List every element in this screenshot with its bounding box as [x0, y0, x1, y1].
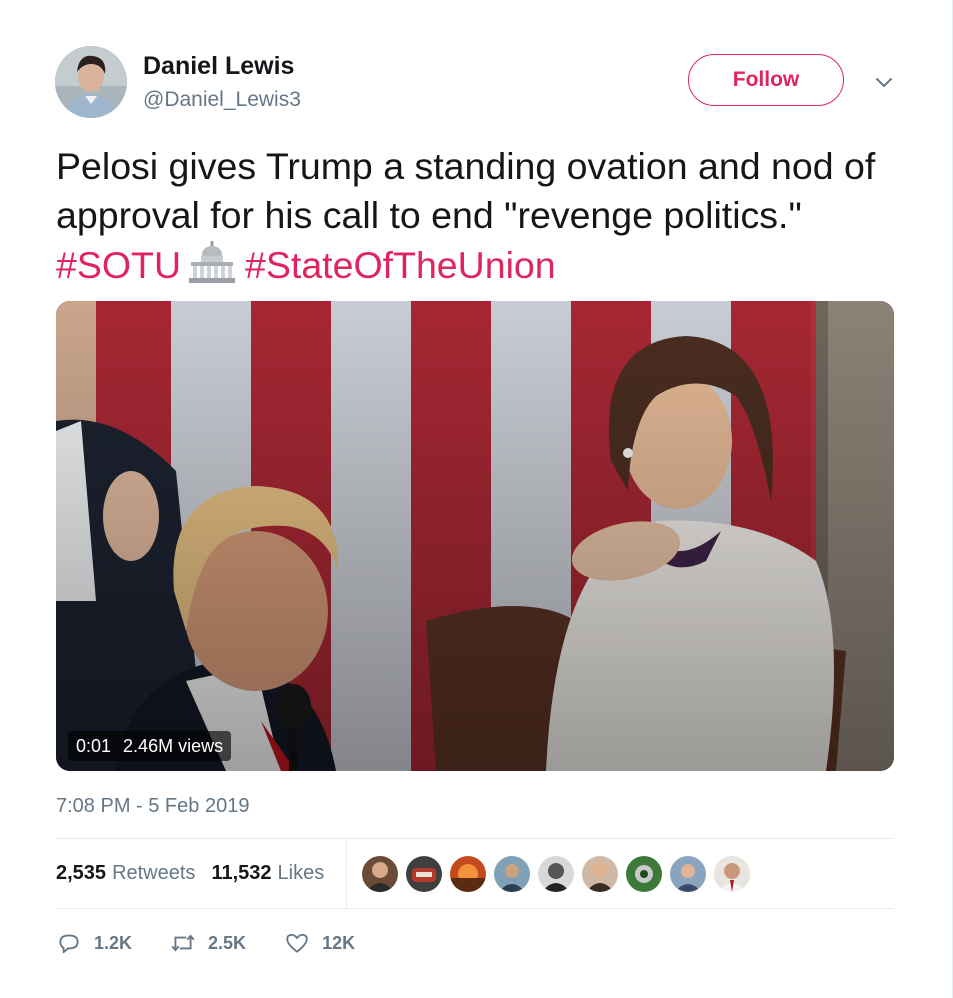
- video-frame: [56, 301, 894, 771]
- video-player[interactable]: [56, 301, 894, 771]
- avatar[interactable]: [55, 46, 127, 118]
- retweets-stat[interactable]: 2,535 Retweets: [56, 862, 195, 885]
- liker-avatar[interactable]: [362, 856, 398, 892]
- tweet-card: Daniel Lewis @Daniel_Lewis3 Follow Pelos…: [0, 0, 953, 998]
- like-action[interactable]: 12K: [284, 930, 355, 956]
- user-handle[interactable]: @Daniel_Lewis3: [143, 88, 301, 112]
- reply-action[interactable]: 1.2K: [56, 930, 132, 956]
- liker-avatar[interactable]: [626, 856, 662, 892]
- tweet-actions: 1.2K 2.5K 12K: [56, 930, 393, 956]
- divider: [56, 908, 894, 909]
- tweet-stats: 2,535 Retweets 11,532 Likes: [56, 862, 324, 885]
- chevron-down-icon[interactable]: [872, 70, 896, 94]
- video-badge: 0:01 2.46M views: [68, 731, 232, 761]
- liker-avatars: [362, 856, 750, 892]
- classical-building-icon: [187, 240, 237, 284]
- stats-divider: [346, 839, 347, 909]
- retweet-icon: [171, 934, 195, 952]
- reply-icon: [59, 934, 79, 954]
- hashtag-stateoftheunion[interactable]: #StateOfTheUnion: [245, 244, 556, 286]
- video-time: 0:01: [76, 735, 112, 756]
- liker-avatar[interactable]: [494, 856, 530, 892]
- likes-stat[interactable]: 11,532 Likes: [211, 862, 324, 885]
- liker-avatar[interactable]: [670, 856, 706, 892]
- liker-avatar[interactable]: [538, 856, 574, 892]
- likes-count: 11,532: [211, 862, 272, 884]
- liker-avatar[interactable]: [450, 856, 486, 892]
- like-count: 12K: [322, 932, 356, 953]
- retweet-action[interactable]: 2.5K: [170, 930, 246, 956]
- hashtag-sotu[interactable]: #SOTU: [56, 244, 181, 286]
- follow-button[interactable]: Follow: [688, 54, 844, 106]
- retweets-label: Retweets: [112, 862, 196, 884]
- retweet-count: 2.5K: [208, 932, 247, 953]
- tweet-timestamp[interactable]: 7:08 PM - 5 Feb 2019: [56, 795, 249, 818]
- tweet-text: Pelosi gives Trump a standing ovation an…: [56, 142, 916, 290]
- reply-count: 1.2K: [94, 932, 133, 953]
- heart-icon: [286, 933, 308, 953]
- user-name[interactable]: Daniel Lewis: [143, 52, 294, 81]
- divider: [56, 838, 894, 839]
- liker-avatar[interactable]: [714, 856, 750, 892]
- video-views: 2.46M views: [123, 735, 224, 756]
- liker-avatar[interactable]: [582, 856, 618, 892]
- retweets-count: 2,535: [56, 862, 107, 884]
- tweet-text-body: Pelosi gives Trump a standing ovation an…: [56, 145, 876, 236]
- likes-label: Likes: [277, 862, 325, 884]
- liker-avatar[interactable]: [406, 856, 442, 892]
